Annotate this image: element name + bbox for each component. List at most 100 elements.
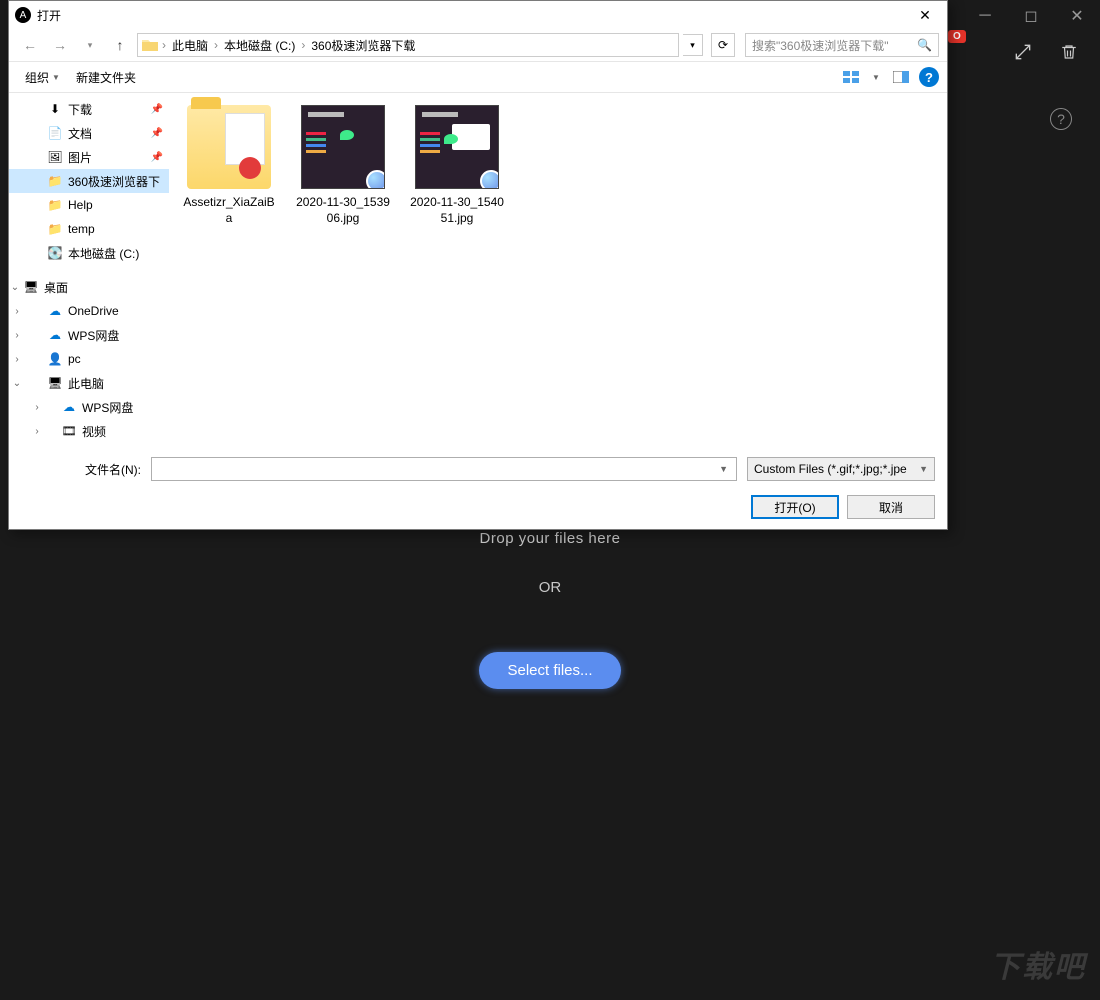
nav-temp[interactable]: 📁temp — [9, 217, 169, 241]
file-name: Assetizr_XiaZaiBa — [181, 195, 277, 226]
bg-toolbar — [1000, 32, 1092, 72]
bg-minimize-button[interactable]: ─ — [962, 0, 1008, 32]
expand-icon[interactable]: › — [31, 425, 43, 437]
image-thumbnail — [301, 105, 385, 189]
pin-icon: 📌 — [151, 128, 163, 139]
folder-icon: 📁 — [47, 173, 63, 189]
address-row: ← → ▾ ↑ › 此电脑 › 本地磁盘 (C:) › 360极速浏览器下载 ▾… — [9, 29, 947, 61]
expand-icon[interactable]: › — [11, 353, 23, 365]
onedrive-icon: ☁ — [47, 303, 63, 319]
nav-user[interactable]: ›👤pc — [9, 347, 169, 371]
nav-documents[interactable]: 📄文档📌 — [9, 121, 169, 145]
nav-label: pc — [68, 352, 81, 366]
search-icon[interactable]: 🔍 — [917, 38, 932, 52]
view-mode-button[interactable] — [837, 66, 865, 88]
dialog-app-icon: A — [15, 7, 31, 23]
chevron-down-icon[interactable]: ▼ — [715, 464, 732, 474]
nav-label: 本地磁盘 (C:) — [68, 245, 139, 262]
file-list[interactable]: Assetizr_XiaZaiBa 2020-11-30_153906.jpg … — [169, 93, 947, 447]
file-name: 2020-11-30_154051.jpg — [409, 195, 505, 226]
pro-badge: O — [948, 30, 966, 43]
bg-close-button[interactable]: ✕ — [1054, 0, 1100, 32]
drop-text: Drop your files here — [0, 530, 1100, 547]
nav-wps[interactable]: › ☁ WPS网盘 — [9, 323, 169, 347]
organize-menu[interactable]: 组织▼ — [17, 65, 68, 90]
breadcrumb-seg-folder[interactable]: 360极速浏览器下载 — [307, 37, 419, 54]
dialog-title: 打开 — [37, 7, 61, 24]
bg-maximize-button[interactable]: ◻ — [1008, 0, 1054, 32]
nav-label: 下载 — [68, 101, 92, 118]
nav-up-button[interactable]: ↑ — [107, 32, 133, 58]
drop-area: Drop your files here OR Select files... — [0, 530, 1100, 689]
dialog-toolbar: 组织▼ 新建文件夹 ▼ ? — [9, 61, 947, 93]
collapse-icon[interactable]: ⌄ — [9, 281, 21, 293]
nav-wps2[interactable]: ›☁WPS网盘 — [9, 395, 169, 419]
trash-icon[interactable] — [1046, 32, 1092, 72]
nav-desktop[interactable]: ⌄🖥 桌面 — [9, 275, 169, 299]
chevron-right-icon[interactable]: › — [299, 38, 307, 52]
nav-drive-c[interactable]: 💽本地磁盘 (C:) — [9, 241, 169, 265]
nav-label: WPS网盘 — [68, 327, 119, 344]
documents-icon: 📄 — [47, 125, 63, 141]
expand-icon[interactable]: › — [11, 329, 23, 341]
chevron-right-icon[interactable]: › — [212, 38, 220, 52]
computer-icon: 🖥 — [47, 375, 63, 391]
address-history-dropdown[interactable]: ▾ — [683, 34, 703, 56]
new-folder-button[interactable]: 新建文件夹 — [68, 65, 144, 90]
organize-label: 组织 — [25, 69, 49, 86]
dialog-help-button[interactable]: ? — [919, 67, 939, 87]
open-button[interactable]: 打开(O) — [751, 495, 839, 519]
navigation-pane[interactable]: ⬇下载📌 📄文档📌 🖼图片📌 📁360极速浏览器下 📁Help 📁temp 💽本… — [9, 93, 169, 447]
wps-icon: ☁ — [61, 399, 77, 415]
filename-label: 文件名(N): — [21, 461, 141, 478]
cancel-button[interactable]: 取消 — [847, 495, 935, 519]
nav-pictures[interactable]: 🖼图片📌 — [9, 145, 169, 169]
settings-icon[interactable] — [1000, 32, 1046, 72]
nav-videos[interactable]: ›🎞视频 — [9, 419, 169, 443]
folder-thumbnail — [187, 105, 271, 189]
pictures-icon: 🖼 — [47, 149, 63, 165]
video-icon: 🎞 — [61, 423, 77, 439]
select-files-button[interactable]: Select files... — [479, 652, 620, 689]
pin-icon: 📌 — [151, 104, 163, 115]
nav-label: Help — [68, 198, 93, 212]
collapse-icon[interactable]: ⌄ — [11, 377, 23, 389]
nav-pictures2[interactable]: ›🖼图片 — [9, 443, 169, 447]
nav-label: temp — [68, 222, 95, 236]
nav-downloads[interactable]: ⬇下载📌 — [9, 97, 169, 121]
nav-recent-dropdown[interactable]: ▾ — [77, 32, 103, 58]
folder-icon — [140, 35, 160, 55]
dialog-titlebar[interactable]: A 打开 ✕ — [9, 1, 947, 29]
file-name: 2020-11-30_153906.jpg — [295, 195, 391, 226]
search-input[interactable]: 搜索"360极速浏览器下载" 🔍 — [745, 33, 939, 57]
desktop-icon: 🖥 — [23, 279, 39, 295]
dialog-close-button[interactable]: ✕ — [903, 1, 947, 29]
wps-icon: ☁ — [47, 327, 63, 343]
nav-back-button[interactable]: ← — [17, 32, 43, 58]
file-item-folder[interactable]: Assetizr_XiaZaiBa — [181, 105, 277, 226]
nav-forward-button[interactable]: → — [47, 32, 73, 58]
expand-icon[interactable]: › — [11, 305, 23, 317]
folder-icon: 📁 — [47, 197, 63, 213]
nav-label: 桌面 — [44, 279, 68, 296]
file-item-image[interactable]: 2020-11-30_154051.jpg — [409, 105, 505, 226]
preview-pane-button[interactable] — [887, 66, 915, 88]
nav-label: 图片 — [68, 149, 92, 166]
nav-thispc[interactable]: ⌄🖥此电脑 — [9, 371, 169, 395]
view-mode-dropdown[interactable]: ▼ — [869, 66, 883, 88]
bg-help-icon[interactable]: ? — [1050, 108, 1072, 130]
nav-label: 图片 — [82, 447, 106, 448]
nav-360browser[interactable]: 📁360极速浏览器下 — [9, 169, 169, 193]
address-bar[interactable]: › 此电脑 › 本地磁盘 (C:) › 360极速浏览器下载 — [137, 33, 679, 57]
filename-input[interactable]: ▼ — [151, 457, 737, 481]
chevron-right-icon[interactable]: › — [160, 38, 168, 52]
nav-onedrive[interactable]: ›☁OneDrive — [9, 299, 169, 323]
file-item-image[interactable]: 2020-11-30_153906.jpg — [295, 105, 391, 226]
refresh-button[interactable]: ⟳ — [711, 33, 735, 57]
expand-icon[interactable]: › — [31, 401, 43, 413]
breadcrumb-seg-thispc[interactable]: 此电脑 — [168, 37, 212, 54]
breadcrumb-seg-drive[interactable]: 本地磁盘 (C:) — [220, 37, 299, 54]
file-type-filter[interactable]: Custom Files (*.gif;*.jpg;*.jpe▼ — [747, 457, 935, 481]
nav-help-folder[interactable]: 📁 Help — [9, 193, 169, 217]
chevron-down-icon[interactable]: ▼ — [919, 464, 928, 474]
